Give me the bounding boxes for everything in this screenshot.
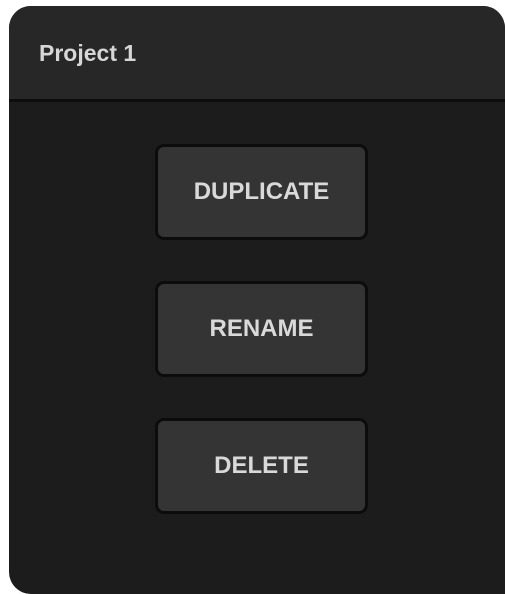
project-options-panel: Project 1 DUPLICATE RENAME DELETE xyxy=(9,6,505,594)
duplicate-button[interactable]: DUPLICATE xyxy=(155,144,368,240)
rename-button[interactable]: RENAME xyxy=(155,281,368,377)
delete-button[interactable]: DELETE xyxy=(155,418,368,514)
project-actions: DUPLICATE RENAME DELETE xyxy=(9,6,505,594)
